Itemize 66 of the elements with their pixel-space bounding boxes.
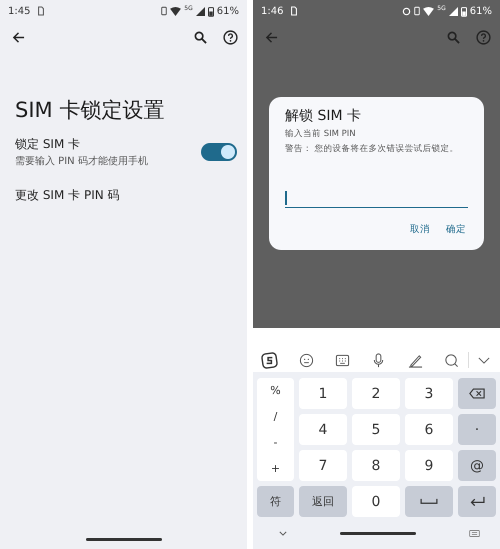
setting-subtitle: 需要输入 PIN 码才能使用手机 xyxy=(15,154,149,168)
setting-title[interactable]: 更改 SIM 卡 PIN 码 xyxy=(15,186,120,204)
sim-icon xyxy=(37,6,46,16)
backspace-key[interactable] xyxy=(458,378,496,409)
function-key[interactable]: 符 xyxy=(257,486,294,517)
symbol-key[interactable]: + xyxy=(257,460,294,477)
search-icon[interactable] xyxy=(444,352,459,368)
battery-percent: 61% xyxy=(216,6,239,16)
digit-key[interactable]: 0 xyxy=(352,486,400,517)
digit-key[interactable]: 5 xyxy=(352,414,400,445)
space-bar-icon xyxy=(419,498,439,505)
battery-percent: 61% xyxy=(470,6,492,16)
digit-key[interactable]: 2 xyxy=(352,378,400,409)
collapse-chevron-icon[interactable] xyxy=(478,356,490,364)
sync-icon xyxy=(402,6,412,16)
signal-icon xyxy=(196,6,205,16)
signal-icon xyxy=(448,6,458,16)
digit-key[interactable]: 7 xyxy=(299,450,347,481)
backspace-icon xyxy=(469,388,485,399)
digit-key[interactable]: 9 xyxy=(405,450,453,481)
digit-key[interactable]: 3 xyxy=(405,378,453,409)
dialog-warning: 警告： 您的设备将在多次错误尝试后锁定。 xyxy=(285,143,460,155)
search-icon[interactable] xyxy=(194,30,207,44)
sim-icon xyxy=(290,6,298,16)
help-icon xyxy=(476,30,491,44)
vibrate-icon xyxy=(161,6,168,16)
function-key[interactable]: 返回 xyxy=(299,486,347,517)
keyboard-icon[interactable] xyxy=(335,352,350,368)
home-handle[interactable] xyxy=(340,532,416,534)
status-time: 1:45 xyxy=(8,6,30,16)
chevron-down-icon[interactable] xyxy=(279,530,287,536)
digit-key[interactable]: 6 xyxy=(405,414,453,445)
space-key[interactable] xyxy=(405,486,453,517)
battery-icon xyxy=(208,6,214,16)
keyboard-switch-icon[interactable] xyxy=(469,530,480,536)
emoji-icon[interactable] xyxy=(299,352,314,368)
symbol-key[interactable]: @ xyxy=(458,450,496,481)
dialog-message: 输入当前 SIM PIN xyxy=(285,128,357,140)
dialog-button[interactable]: 确定 xyxy=(444,220,468,239)
status-time: 1:46 xyxy=(261,6,284,16)
help-icon[interactable] xyxy=(223,30,238,44)
toggle-switch[interactable] xyxy=(201,143,237,161)
search-icon xyxy=(447,30,460,44)
wifi-icon xyxy=(170,6,182,16)
digit-key[interactable]: 8 xyxy=(352,450,400,481)
symbol-key[interactable]: / xyxy=(257,408,294,426)
dialog-button[interactable]: 取消 xyxy=(408,220,432,239)
page-title: SIM 卡锁定设置 xyxy=(15,97,166,124)
setting-title: 锁定 SIM 卡 xyxy=(15,136,82,153)
wifi-icon xyxy=(423,6,434,16)
input-method-logo-icon[interactable] xyxy=(261,352,278,368)
symbol-key[interactable]: - xyxy=(257,434,294,451)
vibrate-icon xyxy=(414,6,420,16)
dialog-title: 解锁 SIM 卡 xyxy=(285,107,362,125)
enter-key[interactable] xyxy=(458,486,496,517)
digit-key[interactable]: 4 xyxy=(299,414,347,445)
home-handle[interactable] xyxy=(86,538,162,540)
digit-key[interactable]: 1 xyxy=(299,378,347,409)
symbol-key[interactable]: · xyxy=(458,414,496,445)
enter-icon xyxy=(468,496,486,507)
back-icon[interactable] xyxy=(12,30,25,44)
handwriting-icon[interactable] xyxy=(408,352,423,368)
pin-input-field[interactable] xyxy=(285,189,468,208)
battery-icon xyxy=(460,6,467,16)
back-icon xyxy=(265,30,278,44)
symbol-key[interactable]: % xyxy=(257,382,294,400)
